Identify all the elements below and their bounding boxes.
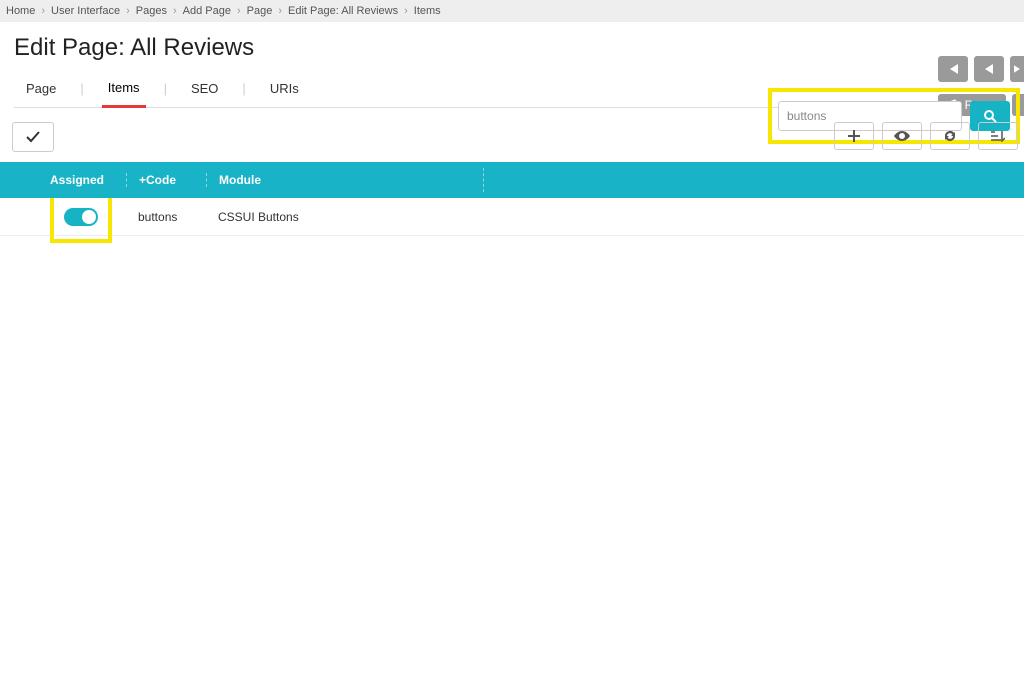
sort-icon	[991, 130, 1005, 142]
tab-uris[interactable]: URIs	[264, 81, 305, 106]
tab-separator: |	[80, 81, 83, 106]
breadcrumb: Home › User Interface › Pages › Add Page › P…	[0, 0, 1024, 22]
nav-first-button[interactable]	[938, 56, 968, 82]
tab-separator: |	[164, 81, 167, 106]
chevron-left-icon	[985, 64, 993, 74]
crumb-edit[interactable]: Edit Page: All Reviews	[288, 5, 398, 17]
view-button[interactable]	[882, 122, 922, 150]
toggle-knob	[82, 210, 96, 224]
chevron-right-icon: ›	[404, 5, 408, 17]
nav-prev-button[interactable]	[974, 56, 1004, 82]
column-divider	[483, 168, 484, 192]
crumb-items[interactable]: Items	[414, 5, 441, 17]
tab-separator: |	[242, 81, 245, 106]
assigned-toggle[interactable]	[64, 208, 98, 226]
plus-icon	[848, 130, 860, 142]
tab-seo[interactable]: SEO	[185, 81, 224, 106]
toggle-highlight	[50, 191, 112, 243]
col-assigned[interactable]: Assigned	[0, 173, 126, 187]
skip-back-icon	[947, 64, 959, 74]
col-module[interactable]: Module	[206, 173, 1024, 187]
cell-code: buttons	[126, 210, 206, 224]
page-title: Edit Page: All Reviews	[14, 34, 1010, 62]
nav-next-button[interactable]	[1010, 56, 1024, 82]
add-button[interactable]	[834, 122, 874, 150]
sort-button[interactable]	[978, 122, 1018, 150]
crumb-add-page[interactable]: Add Page	[183, 5, 231, 17]
check-icon	[26, 131, 40, 143]
table-header: Assigned +Code Module	[0, 162, 1024, 198]
tab-page[interactable]: Page	[20, 81, 62, 106]
crumb-home[interactable]: Home	[6, 5, 35, 17]
col-code[interactable]: +Code	[126, 173, 206, 187]
crumb-ui[interactable]: User Interface	[51, 5, 120, 17]
confirm-button[interactable]	[12, 122, 54, 152]
crumb-pages[interactable]: Pages	[136, 5, 167, 17]
crumb-page[interactable]: Page	[247, 5, 273, 17]
refresh-button[interactable]	[930, 122, 970, 150]
sync-icon	[943, 129, 957, 143]
chevron-right-icon: ›	[237, 5, 241, 17]
chevron-right-icon: ›	[126, 5, 130, 17]
tab-items[interactable]: Items	[102, 80, 146, 108]
cell-module: CSSUI Buttons	[206, 210, 1024, 224]
chevron-right-icon	[1014, 64, 1020, 74]
chevron-right-icon: ›	[278, 5, 282, 17]
chevron-right-icon: ›	[41, 5, 45, 17]
table-row[interactable]: buttons CSSUI Buttons	[0, 198, 1024, 236]
chevron-right-icon: ›	[173, 5, 177, 17]
eye-icon	[894, 131, 910, 141]
